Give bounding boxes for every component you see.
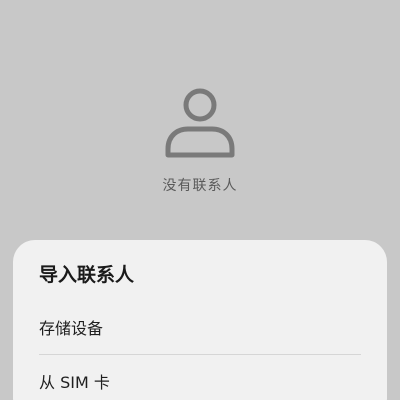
divider bbox=[39, 354, 361, 355]
import-from-storage-option[interactable]: 存储设备 bbox=[39, 306, 361, 352]
import-contacts-sheet: 导入联系人 存储设备 从 SIM 卡 bbox=[13, 240, 387, 400]
person-icon bbox=[165, 88, 235, 158]
empty-state: 没有联系人 bbox=[0, 85, 400, 195]
sheet-title: 导入联系人 bbox=[39, 264, 135, 286]
empty-state-label: 没有联系人 bbox=[162, 178, 238, 194]
contacts-screen: 没有联系人 导入联系人 存储设备 从 SIM 卡 bbox=[0, 0, 400, 400]
import-from-sim-option[interactable]: 从 SIM 卡 bbox=[39, 360, 361, 400]
